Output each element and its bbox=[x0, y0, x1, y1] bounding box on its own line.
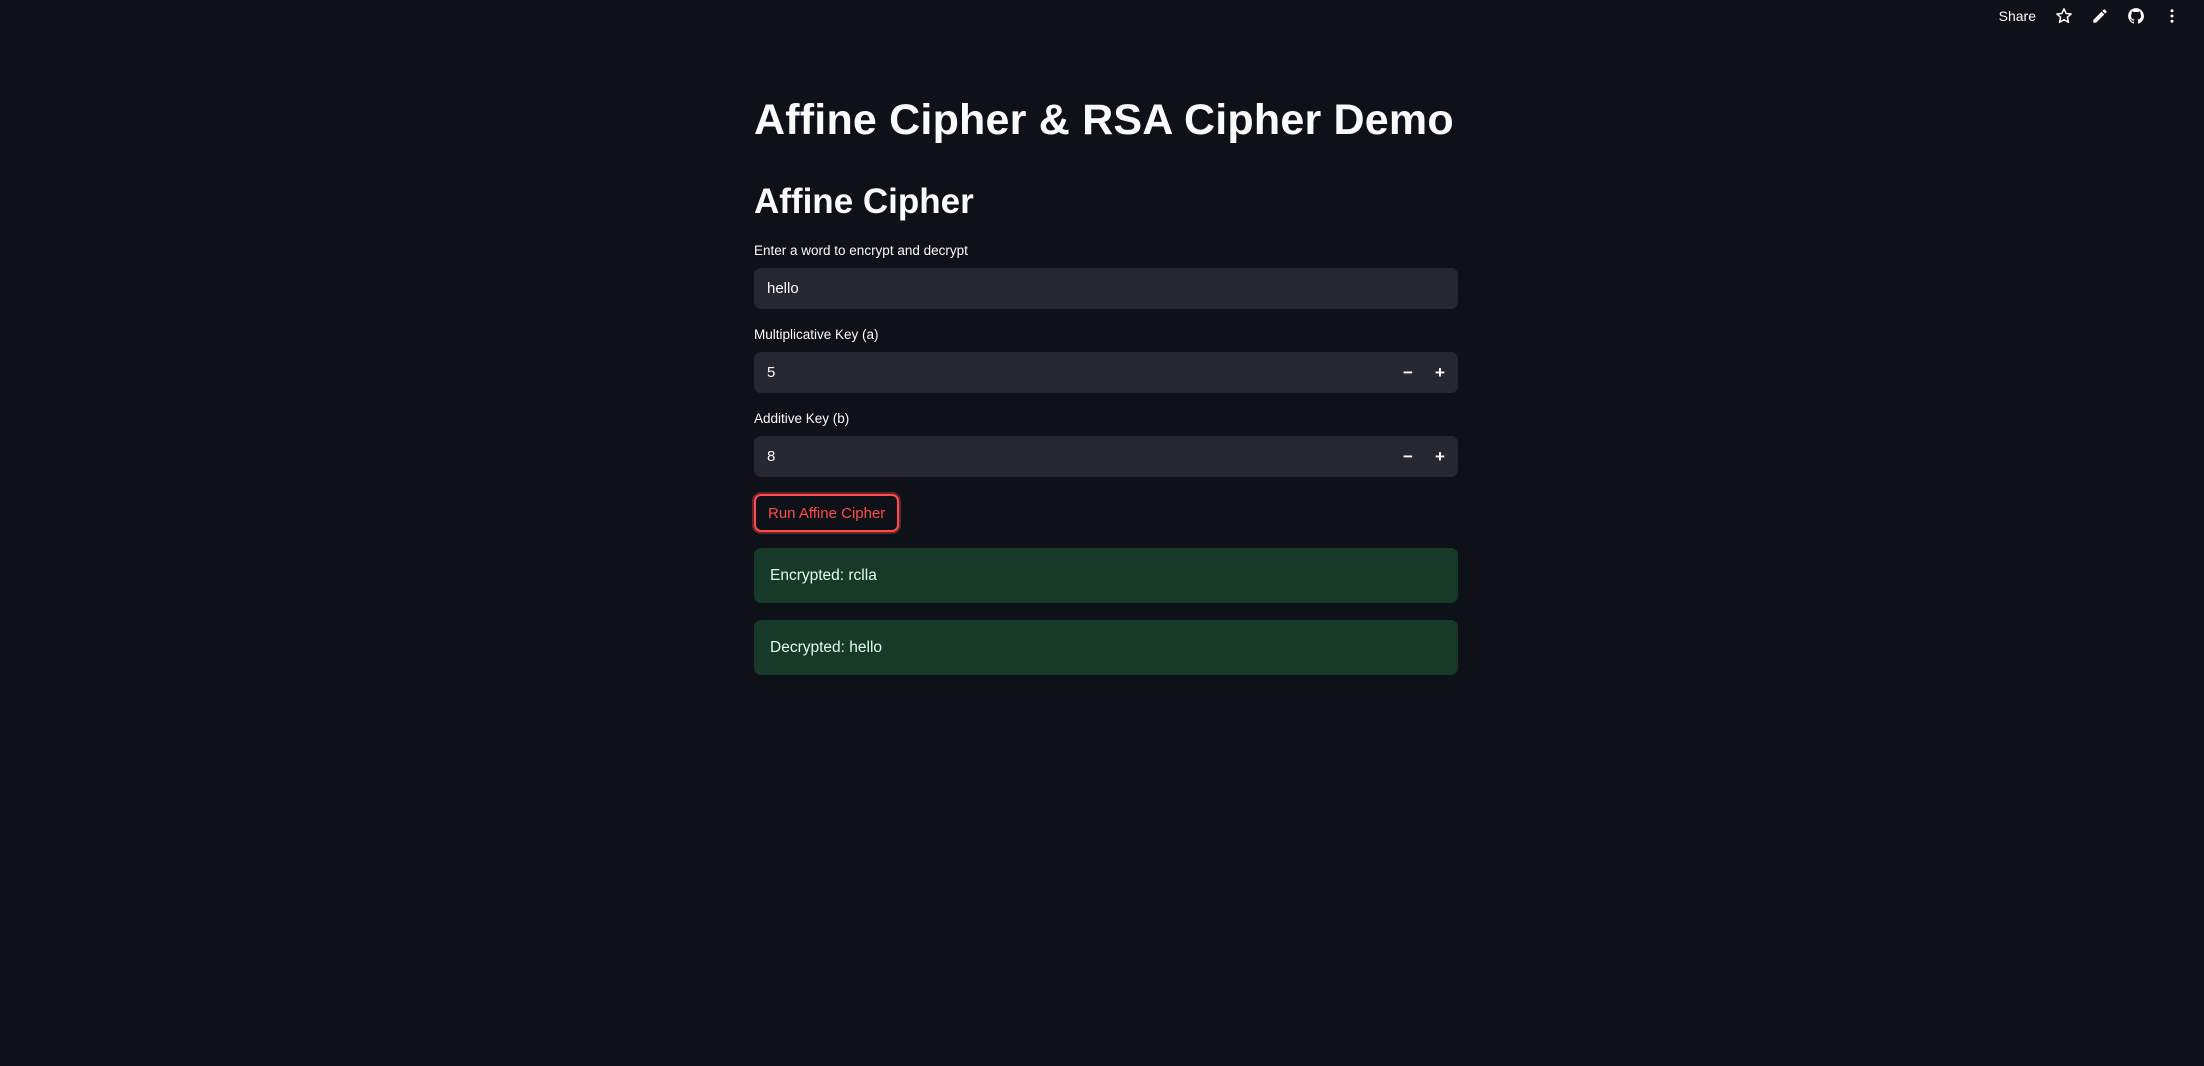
app-toolbar: Share bbox=[1989, 0, 2204, 32]
page-title: Affine Cipher & RSA Cipher Demo bbox=[754, 96, 1454, 144]
b-key-label: Additive Key (b) bbox=[754, 411, 850, 426]
decrypted-result-text: Decrypted: hello bbox=[770, 638, 883, 656]
a-key-stepper: − + bbox=[754, 352, 1458, 393]
a-key-label: Multiplicative Key (a) bbox=[754, 327, 879, 342]
share-button[interactable]: Share bbox=[1989, 8, 2046, 24]
more-vert-icon[interactable] bbox=[2154, 0, 2190, 32]
word-label: Enter a word to encrypt and decrypt bbox=[754, 243, 968, 258]
decrypted-result-alert: Decrypted: hello bbox=[754, 620, 1458, 675]
encrypted-result-alert: Encrypted: rclla bbox=[754, 548, 1458, 603]
word-field bbox=[754, 268, 1458, 309]
github-icon[interactable] bbox=[2118, 0, 2154, 32]
encrypted-result-text: Encrypted: rclla bbox=[770, 566, 877, 584]
section-title: Affine Cipher bbox=[754, 182, 974, 221]
a-key-input[interactable] bbox=[754, 352, 1392, 393]
b-key-decrement-button[interactable]: − bbox=[1392, 436, 1424, 477]
b-key-stepper: − + bbox=[754, 436, 1458, 477]
a-key-increment-button[interactable]: + bbox=[1424, 352, 1456, 393]
b-key-increment-button[interactable]: + bbox=[1424, 436, 1456, 477]
a-key-decrement-button[interactable]: − bbox=[1392, 352, 1424, 393]
star-icon[interactable] bbox=[2046, 0, 2082, 32]
word-input[interactable] bbox=[754, 268, 1458, 309]
b-key-input[interactable] bbox=[754, 436, 1392, 477]
run-affine-cipher-button[interactable]: Run Affine Cipher bbox=[754, 494, 900, 532]
pencil-icon[interactable] bbox=[2082, 0, 2118, 32]
